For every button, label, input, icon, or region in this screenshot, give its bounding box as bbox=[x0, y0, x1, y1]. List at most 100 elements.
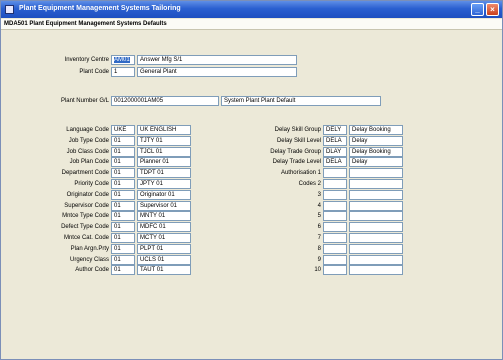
right-delay-skill-group-desc-field[interactable]: Delay Booking bbox=[349, 125, 403, 135]
right-delay-skill-level-desc-field[interactable]: Delay bbox=[349, 136, 403, 146]
priority-code-field[interactable]: 01 bbox=[111, 179, 135, 189]
job-class-code-label: Job Class Code bbox=[66, 149, 109, 155]
plant-number-gl-label: Plant Number G/L bbox=[60, 98, 109, 104]
inventory-centre-desc-field[interactable]: Answer Mfg S/1 bbox=[137, 55, 297, 65]
plan-argn-prty-label: Plan Argn.Prty bbox=[70, 246, 109, 252]
application-window: Plant Equipment Management Systems Tailo… bbox=[0, 0, 503, 360]
right-delay-skill-group-field[interactable]: DELY bbox=[323, 125, 347, 135]
right-10-field[interactable] bbox=[323, 265, 347, 275]
plant-number-gl-desc-field[interactable]: System Plant Plant Default bbox=[221, 96, 381, 106]
defect-type-code-field[interactable]: 01 bbox=[111, 222, 135, 232]
right-8-desc-field[interactable] bbox=[349, 244, 403, 254]
right-delay-trade-level-desc-field[interactable]: Delay bbox=[349, 157, 403, 167]
supervisor-code-field[interactable]: 01 bbox=[111, 201, 135, 211]
author-code-label: Author Code bbox=[75, 267, 109, 273]
plant-code-desc-field[interactable]: General Plant bbox=[137, 67, 297, 77]
department-code-field[interactable]: 01 bbox=[111, 168, 135, 178]
app-icon bbox=[5, 5, 14, 14]
inventory-centre-label: Inventory Centre bbox=[64, 57, 109, 63]
mntce-type-code-desc-field[interactable]: MNTY 01 bbox=[137, 211, 191, 221]
right-3-desc-field[interactable] bbox=[349, 190, 403, 200]
plant-number-gl-field[interactable]: 0012000001AM05 bbox=[111, 96, 219, 106]
language-code-field[interactable]: UKE bbox=[111, 125, 135, 135]
minimize-icon[interactable]: _ bbox=[471, 3, 484, 16]
window-controls: _ × bbox=[471, 3, 499, 16]
job-type-code-label: Job Type Code bbox=[68, 138, 109, 144]
form-subtitle: MDA501 Plant Equipment Management System… bbox=[4, 21, 167, 27]
right-5-label: 5 bbox=[317, 213, 321, 219]
language-code-desc-field[interactable]: UK ENGLISH bbox=[137, 125, 191, 135]
department-code-label: Department Code bbox=[61, 170, 109, 176]
job-type-code-desc-field[interactable]: TJTY 01 bbox=[137, 136, 191, 146]
supervisor-code-label: Supervisor Code bbox=[64, 203, 109, 209]
right-codes-2-field[interactable] bbox=[323, 179, 347, 189]
mntce-cat-code-field[interactable]: 01 bbox=[111, 233, 135, 243]
originator-code-field[interactable]: 01 bbox=[111, 190, 135, 200]
right-7-desc-field[interactable] bbox=[349, 233, 403, 243]
close-icon[interactable]: × bbox=[486, 3, 499, 16]
job-plan-code-label: Job Plan Code bbox=[69, 159, 109, 165]
right-7-label: 7 bbox=[317, 235, 321, 241]
right-codes-2-label: Codes 2 bbox=[298, 181, 321, 187]
right-9-label: 9 bbox=[317, 257, 321, 263]
urgency-class-field[interactable]: 01 bbox=[111, 255, 135, 265]
job-class-code-desc-field[interactable]: TJCL 01 bbox=[137, 147, 191, 157]
right-9-field[interactable] bbox=[323, 255, 347, 265]
language-code-label: Language Code bbox=[66, 127, 109, 133]
right-6-field[interactable] bbox=[323, 222, 347, 232]
right-authorisation-1-field[interactable] bbox=[323, 168, 347, 178]
job-type-code-field[interactable]: 01 bbox=[111, 136, 135, 146]
defect-type-code-desc-field[interactable]: MDFC 01 bbox=[137, 222, 191, 232]
urgency-class-label: Urgency Class bbox=[69, 257, 109, 263]
plant-code-field[interactable]: 1 bbox=[111, 67, 135, 77]
right-codes-2-desc-field[interactable] bbox=[349, 179, 403, 189]
right-6-label: 6 bbox=[317, 224, 321, 230]
mntce-type-code-field[interactable]: 01 bbox=[111, 211, 135, 221]
right-delay-skill-group-label: Delay Skill Group bbox=[274, 127, 321, 133]
right-10-desc-field[interactable] bbox=[349, 265, 403, 275]
right-7-field[interactable] bbox=[323, 233, 347, 243]
mntce-cat-code-label: Mntce Cat. Code bbox=[63, 235, 109, 241]
right-8-field[interactable] bbox=[323, 244, 347, 254]
urgency-class-desc-field[interactable]: UCLS 01 bbox=[137, 255, 191, 265]
originator-code-label: Originator Code bbox=[66, 192, 109, 198]
right-9-desc-field[interactable] bbox=[349, 255, 403, 265]
plan-argn-prty-desc-field[interactable]: PLPT 01 bbox=[137, 244, 191, 254]
job-plan-code-desc-field[interactable]: Planner 01 bbox=[137, 157, 191, 167]
right-delay-trade-group-field[interactable]: DLAY bbox=[323, 147, 347, 157]
window-title: Plant Equipment Management Systems Tailo… bbox=[19, 5, 181, 12]
right-4-label: 4 bbox=[317, 203, 321, 209]
right-authorisation-1-desc-field[interactable] bbox=[349, 168, 403, 178]
plan-argn-prty-field[interactable]: 01 bbox=[111, 244, 135, 254]
right-6-desc-field[interactable] bbox=[349, 222, 403, 232]
job-class-code-field[interactable]: 01 bbox=[111, 147, 135, 157]
form-header: MDA501 Plant Equipment Management System… bbox=[1, 19, 502, 30]
supervisor-code-desc-field[interactable]: Supervisor 01 bbox=[137, 201, 191, 211]
mntce-cat-code-desc-field[interactable]: MCTY 01 bbox=[137, 233, 191, 243]
right-delay-skill-level-label: Delay Skill Level bbox=[276, 138, 321, 144]
priority-code-desc-field[interactable]: JPTY 01 bbox=[137, 179, 191, 189]
right-4-field[interactable] bbox=[323, 201, 347, 211]
mntce-type-code-label: Mntce Type Code bbox=[62, 213, 109, 219]
plant-code-label: Plant Code bbox=[79, 69, 109, 75]
priority-code-label: Priority Code bbox=[74, 181, 109, 187]
right-8-label: 8 bbox=[317, 246, 321, 252]
right-delay-trade-level-label: Delay Trade Level bbox=[272, 159, 321, 165]
right-5-field[interactable] bbox=[323, 211, 347, 221]
right-delay-skill-level-field[interactable]: DELA bbox=[323, 136, 347, 146]
originator-code-desc-field[interactable]: Originator 01 bbox=[137, 190, 191, 200]
right-delay-trade-group-desc-field[interactable]: Delay Booking bbox=[349, 147, 403, 157]
right-3-field[interactable] bbox=[323, 190, 347, 200]
right-delay-trade-level-field[interactable]: DELA bbox=[323, 157, 347, 167]
author-code-field[interactable]: 01 bbox=[111, 265, 135, 275]
right-3-label: 3 bbox=[317, 192, 321, 198]
right-delay-trade-group-label: Delay Trade Group bbox=[270, 149, 321, 155]
defect-type-code-label: Defect Type Code bbox=[61, 224, 109, 230]
author-code-desc-field[interactable]: TAUT 01 bbox=[137, 265, 191, 275]
title-bar[interactable]: Plant Equipment Management Systems Tailo… bbox=[1, 1, 502, 18]
right-4-desc-field[interactable] bbox=[349, 201, 403, 211]
right-5-desc-field[interactable] bbox=[349, 211, 403, 221]
inventory-centre-code-field[interactable]: AM01 bbox=[111, 55, 135, 65]
job-plan-code-field[interactable]: 01 bbox=[111, 157, 135, 167]
department-code-desc-field[interactable]: TDPT 01 bbox=[137, 168, 191, 178]
